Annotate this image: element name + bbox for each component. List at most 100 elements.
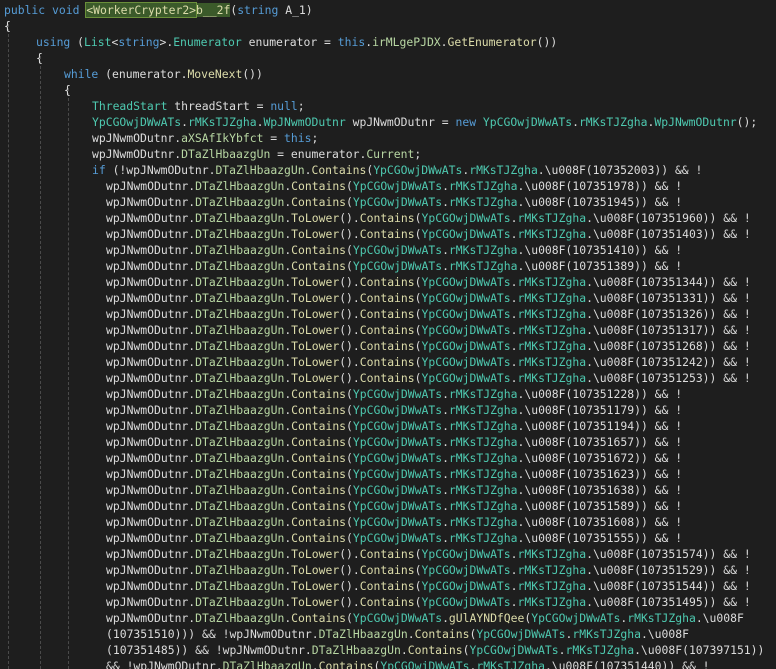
field-name: DTaZlHbaazgUn [195, 611, 285, 625]
code-text: wpJNwmODutnr. [106, 451, 196, 465]
code-text: ( [346, 611, 353, 625]
method-name: Contains [359, 275, 415, 289]
type-name: YpCGOwjDWwATs [421, 211, 511, 225]
code-text: ; [311, 131, 319, 145]
type-name: ThreadStart [92, 99, 168, 113]
code-text: ( [346, 259, 353, 273]
type-name: rMKsTJZgha [517, 275, 587, 289]
code-text: . [510, 595, 518, 609]
field-name: DTaZlHbaazgUn [181, 147, 271, 161]
keyword: this [284, 131, 312, 145]
type-name: rMKsTJZgha [517, 371, 587, 385]
code-text: .\u008F(107351440)) && ! [544, 659, 710, 669]
type-name: YpCGOwjDWwATs [421, 579, 511, 593]
method-name: ToLower [291, 275, 340, 289]
type-name: YpCGOwjDWwATs [352, 195, 443, 209]
type-name: YpCGOwjDWwATs [352, 387, 443, 401]
code-text: wpJNwmODutnr. [106, 387, 196, 401]
method-name: Contains [318, 659, 374, 669]
type-name: YpCGOwjDWwATs [531, 611, 621, 625]
method-name: Contains [359, 211, 415, 225]
code-line: wpJNwmODutnr.DTaZlHbaazgUn.Contains(YpCG… [0, 418, 682, 434]
code-text: wpJNwmODutnr. [106, 275, 196, 289]
code-text: wpJNwmODutnr. [106, 531, 196, 545]
code-text: . [442, 467, 449, 481]
code-line: (107351485)) && !wpJNwmODutnr.DTaZlHbaaz… [0, 642, 764, 658]
code-text: wpJNwmODutnr. [106, 259, 196, 273]
code-text: . [510, 291, 518, 305]
keyword: if [92, 163, 106, 177]
code-text: . [510, 275, 518, 289]
method-name: Contains [291, 483, 347, 497]
code-line: YpCGOwjDWwATs.rMKsTJZgha.WpJNwmODutnr wp… [0, 114, 757, 130]
type-name: rMKsTJZgha [448, 243, 518, 257]
method-name: ToLower [291, 323, 340, 337]
highlighted-identifier: b__2f [196, 3, 231, 17]
code-line: wpJNwmODutnr.DTaZlHbaazgUn. ToLower().Con… [0, 578, 751, 594]
code-text: . [510, 579, 518, 593]
method-name: Contains [291, 243, 347, 257]
code-text: wpJNwmODutnr. [106, 419, 196, 433]
code-text: . [442, 483, 449, 497]
field-name: DTaZlHbaazgUn [195, 307, 285, 321]
keyword: new [455, 115, 477, 129]
method-name: ToLower [291, 547, 340, 561]
code-text: ( [346, 467, 353, 481]
code-text: .\u008F(107351960)) && ! [586, 211, 751, 225]
code-text: .\u008F(107351344)) && ! [586, 275, 751, 289]
field-name: DTaZlHbaazgUn [195, 243, 285, 257]
code-editor[interactable]: public void <WorkerCrypter2>b__2f (string… [0, 0, 776, 669]
code-text: .\u008F(107351574)) && ! [586, 547, 751, 561]
code-line: using (List<string>.Enumerator enumerato… [0, 34, 557, 50]
code-text: .\u008F(107351672)) && ! [517, 451, 683, 465]
code-text: . [442, 259, 449, 273]
code-text: . [442, 403, 449, 417]
code-line: wpJNwmODutnr.DTaZlHbaazgUn = enumerator.… [0, 146, 421, 162]
code-text: wpJNwmODutnr. [106, 227, 196, 241]
keyword: string [237, 3, 279, 17]
code-text: (107351510))) && !wpJNwmODutnr. [106, 627, 319, 641]
code-text: . [181, 115, 189, 129]
type-name: YpCGOwjDWwATs [373, 163, 463, 177]
code-line: wpJNwmODutnr.DTaZlHbaazgUn. ToLower().Con… [0, 370, 751, 386]
code-text: . [510, 211, 518, 225]
code-text: wpJNwmODutnr. [106, 291, 196, 305]
keyword: string [118, 35, 160, 49]
field-name: DTaZlHbaazgUn [195, 419, 285, 433]
code-text: wpJNwmODutnr. [106, 403, 196, 417]
type-name: rMKsTJZgha [572, 627, 641, 641]
code-text: . [572, 115, 579, 129]
code-line: { [0, 18, 11, 34]
code-line: { [0, 82, 71, 98]
code-text: wpJNwmODutnr. [106, 179, 196, 193]
type-name: rMKsTJZgha [517, 547, 587, 561]
code-text: .\u008F(107351529)) && ! [586, 563, 751, 577]
field-name: DTaZlHbaazgUn [195, 227, 285, 241]
field-name: DTaZlHbaazgUn [195, 339, 285, 353]
code-text: ( [346, 531, 353, 545]
method-name: ToLower [291, 371, 340, 385]
code-text: wpJNwmODutnr. [106, 579, 196, 593]
code-line: wpJNwmODutnr.DTaZlHbaazgUn.Contains(YpCG… [0, 194, 682, 210]
method-name: ToLower [291, 307, 340, 321]
code-line: wpJNwmODutnr.DTaZlHbaazgUn.Contains(YpCG… [0, 610, 744, 626]
type-name: YpCGOwjDWwATs [352, 515, 443, 529]
field-name: DTaZlHbaazgUn [195, 259, 285, 273]
type-name: YpCGOwjDWwATs [380, 659, 470, 669]
code-text: .\u008F(107351253)) && ! [586, 371, 751, 385]
code-text: wpJNwmODutnr. [106, 595, 196, 609]
method-name: gUlAYNDfQee [448, 611, 525, 625]
type-name: YpCGOwjDWwATs [352, 451, 443, 465]
method-name: Contains [359, 563, 415, 577]
field-name: DTaZlHbaazgUn [311, 643, 401, 657]
code-line: wpJNwmODutnr.DTaZlHbaazgUn. ToLower().Con… [0, 210, 751, 226]
code-text: ; [414, 147, 422, 161]
code-text: . [440, 35, 448, 49]
code-text: ( [414, 307, 422, 321]
method-name: ToLower [291, 355, 340, 369]
code-line: wpJNwmODutnr.DTaZlHbaazgUn. ToLower().Con… [0, 546, 751, 562]
code-text: . [558, 643, 566, 657]
code-text: .\u008F(107351945)) && ! [517, 195, 683, 209]
code-text: .\u008F(107351389)) && ! [517, 259, 683, 273]
code-text: = [263, 131, 285, 145]
